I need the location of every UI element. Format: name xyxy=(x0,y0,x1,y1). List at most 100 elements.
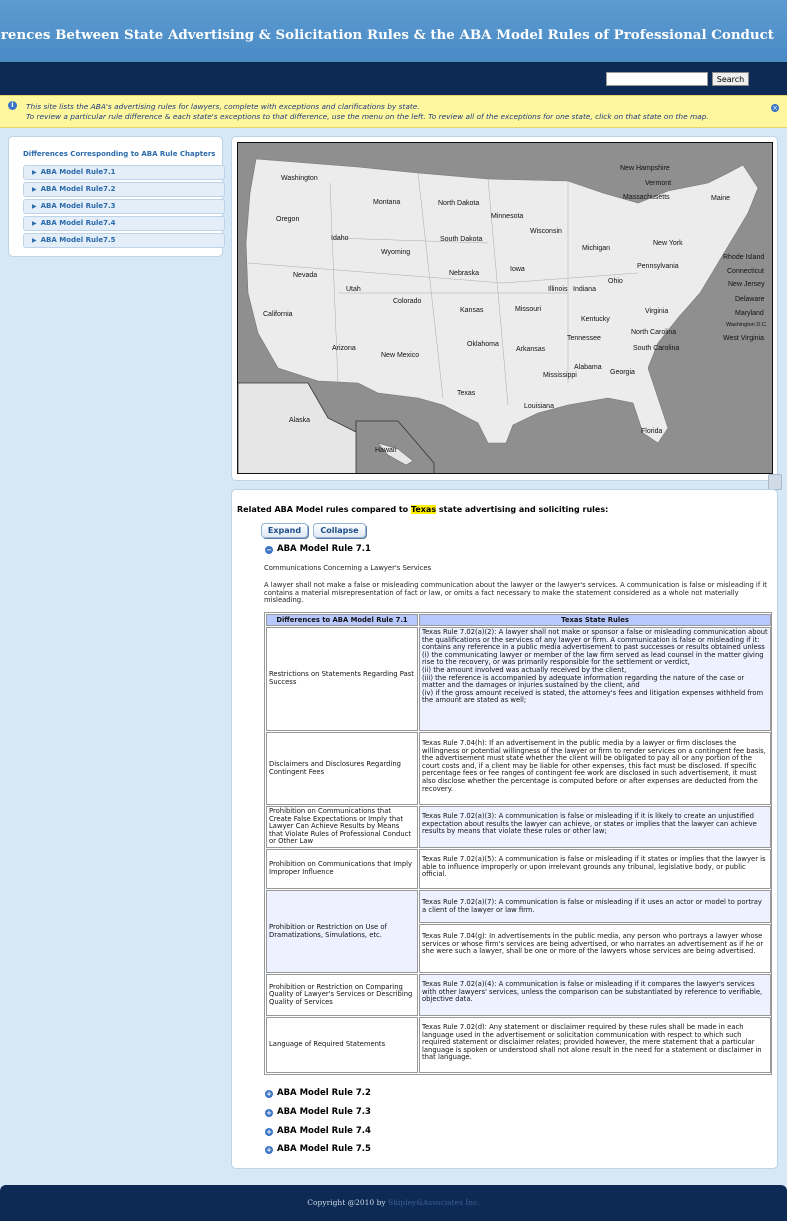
rule-label: ABA Model Rule 7.2 xyxy=(277,1088,371,1098)
map-label[interactable]: New Mexico xyxy=(381,352,419,359)
table-row-text: Texas Rule 7.04(h): If an advertisement … xyxy=(419,732,771,805)
map-label[interactable]: Maine xyxy=(711,195,730,202)
map-label[interactable]: Alabama xyxy=(574,364,602,371)
map-label[interactable]: New Jersey xyxy=(728,281,765,288)
map-label[interactable]: Tennessee xyxy=(567,335,601,342)
map-label[interactable]: Vermont xyxy=(645,180,671,187)
table-header: Texas State Rules xyxy=(419,614,771,626)
expand-icon: + xyxy=(265,1109,273,1117)
map-label[interactable]: Colorado xyxy=(393,298,421,305)
rule-label: ABA Model Rule 7.5 xyxy=(277,1144,371,1154)
sidebar-item-rule-7-1[interactable]: ▶ ABA Model Rule7.1 xyxy=(23,165,225,180)
map-label[interactable]: Michigan xyxy=(582,245,610,252)
map-label[interactable]: Arkansas xyxy=(516,346,545,353)
map-label[interactable]: Montana xyxy=(373,199,400,206)
map-label[interactable]: Illinois xyxy=(548,286,567,293)
map-label[interactable]: New Hampshire xyxy=(620,165,670,172)
map-label[interactable]: South Carolina xyxy=(633,345,679,352)
map-label[interactable]: Hawaii xyxy=(375,447,396,454)
us-map[interactable]: Washington Oregon California Nevada Idah… xyxy=(237,142,773,474)
site-header: Differences Between State Advertising & … xyxy=(0,0,787,62)
map-label[interactable]: Utah xyxy=(346,286,361,293)
sidebar-item-rule-7-5[interactable]: ▶ ABA Model Rule7.5 xyxy=(23,233,225,248)
map-label[interactable]: California xyxy=(263,311,293,318)
close-icon[interactable]: × xyxy=(771,104,779,112)
rule-intro: A lawyer shall not make a false or misle… xyxy=(264,581,767,605)
chevron-right-icon: ▶ xyxy=(32,186,37,193)
map-label[interactable]: Idaho xyxy=(331,235,349,242)
map-label[interactable]: Iowa xyxy=(510,266,525,273)
map-label[interactable]: North Dakota xyxy=(438,200,479,207)
table-row-label: Prohibition on Communications that Creat… xyxy=(266,806,418,848)
map-label[interactable]: Massachusetts xyxy=(623,194,670,201)
map-label[interactable]: Oregon xyxy=(276,216,299,223)
copyright-text: Copyright @2010 by xyxy=(307,1198,386,1207)
map-label[interactable]: South Dakota xyxy=(440,236,482,243)
map-label[interactable]: Ohio xyxy=(608,278,623,285)
search-input[interactable] xyxy=(606,72,708,86)
chevron-right-icon: ▶ xyxy=(32,169,37,176)
rule-heading-collapsed[interactable]: + ABA Model Rule 7.3 xyxy=(265,1107,371,1117)
collapse-button[interactable]: Collapse xyxy=(313,523,366,538)
notice-line-2: To review a particular rule difference &… xyxy=(26,112,709,121)
map-label[interactable]: New York xyxy=(653,240,683,247)
map-label[interactable]: Florida xyxy=(641,428,662,435)
resize-handle[interactable] xyxy=(768,474,782,490)
map-label[interactable]: Pennsylvania xyxy=(637,263,679,270)
map-label[interactable]: Arizona xyxy=(332,345,356,352)
table-row-label: Prohibition or Restriction on Use of Dra… xyxy=(266,890,418,973)
map-label[interactable]: Louisiana xyxy=(524,403,554,410)
company-link[interactable]: Shipley&Associates Inc. xyxy=(388,1198,480,1207)
notice-line-1: This site lists the ABA's advertising ru… xyxy=(26,102,420,111)
expand-icon: + xyxy=(265,1146,273,1154)
site-title: Differences Between State Advertising & … xyxy=(0,27,774,43)
map-label[interactable]: Washington xyxy=(281,175,318,182)
map-label[interactable]: Wyoming xyxy=(381,249,410,256)
table-row-text: Texas Rule 7.02(d): Any statement or dis… xyxy=(419,1017,771,1073)
map-label[interactable]: Kentucky xyxy=(581,316,610,323)
table-row-label: Prohibition on Communications that Imply… xyxy=(266,849,418,889)
map-label[interactable]: Minnesota xyxy=(491,213,523,220)
map-label[interactable]: Rhode Island xyxy=(723,254,764,261)
sidebar-item-rule-7-4[interactable]: ▶ ABA Model Rule7.4 xyxy=(23,216,225,231)
map-label[interactable]: Oklahoma xyxy=(467,341,499,348)
sidebar-item-rule-7-2[interactable]: ▶ ABA Model Rule7.2 xyxy=(23,182,225,197)
copyright: Copyright @2010 by Shipley&Associates In… xyxy=(0,1198,787,1207)
differences-table: Differences to ABA Model Rule 7.1 Texas … xyxy=(264,612,772,1075)
map-label[interactable]: Nevada xyxy=(293,272,317,279)
related-prefix: Related ABA Model rules compared to xyxy=(237,505,409,514)
map-label[interactable]: Connecticut xyxy=(727,268,764,275)
map-label[interactable]: Wisconsin xyxy=(530,228,562,235)
sidebar-item-label: ABA Model Rule7.4 xyxy=(40,219,116,227)
rule-heading-collapsed[interactable]: + ABA Model Rule 7.4 xyxy=(265,1126,371,1136)
map-label[interactable]: Washington D.C. xyxy=(726,322,767,328)
sidebar-item-label: ABA Model Rule7.2 xyxy=(40,185,116,193)
table-row-text: Texas Rule 7.04(g): In advertisements in… xyxy=(419,924,771,973)
rule-heading-open[interactable]: − ABA Model Rule 7.1 xyxy=(265,544,371,554)
map-label[interactable]: West Virginia xyxy=(723,335,764,342)
rule-heading-collapsed[interactable]: + ABA Model Rule 7.5 xyxy=(265,1144,371,1154)
rule-label: ABA Model Rule 7.3 xyxy=(277,1107,371,1117)
search-button[interactable]: Search xyxy=(712,72,749,86)
map-label[interactable]: Missouri xyxy=(515,306,541,313)
map-label[interactable]: Maryland xyxy=(735,310,764,317)
map-label[interactable]: Kansas xyxy=(460,307,483,314)
map-label[interactable]: Texas xyxy=(457,390,475,397)
rule-heading-collapsed[interactable]: + ABA Model Rule 7.2 xyxy=(265,1088,371,1098)
map-label[interactable]: Virginia xyxy=(645,308,668,315)
map-label[interactable]: Indiana xyxy=(573,286,596,293)
sidebar-item-label: ABA Model Rule7.3 xyxy=(40,202,116,210)
map-label[interactable]: Georgia xyxy=(610,369,635,376)
table-row-text: Texas Rule 7.02(a)(7): A communication i… xyxy=(419,890,771,923)
chevron-right-icon: ▶ xyxy=(32,237,37,244)
table-row-label: Disclaimers and Disclosures Regarding Co… xyxy=(266,732,418,805)
map-label[interactable]: North Carolina xyxy=(631,329,676,336)
info-icon: i xyxy=(8,101,17,110)
sidebar-item-rule-7-3[interactable]: ▶ ABA Model Rule7.3 xyxy=(23,199,225,214)
expand-button[interactable]: Expand xyxy=(261,523,308,538)
table-row-label: Restrictions on Statements Regarding Pas… xyxy=(266,627,418,731)
map-label[interactable]: Mississippi xyxy=(543,372,577,379)
map-label[interactable]: Nebraska xyxy=(449,270,479,277)
map-label[interactable]: Alaska xyxy=(289,417,310,424)
map-label[interactable]: Delaware xyxy=(735,296,765,303)
